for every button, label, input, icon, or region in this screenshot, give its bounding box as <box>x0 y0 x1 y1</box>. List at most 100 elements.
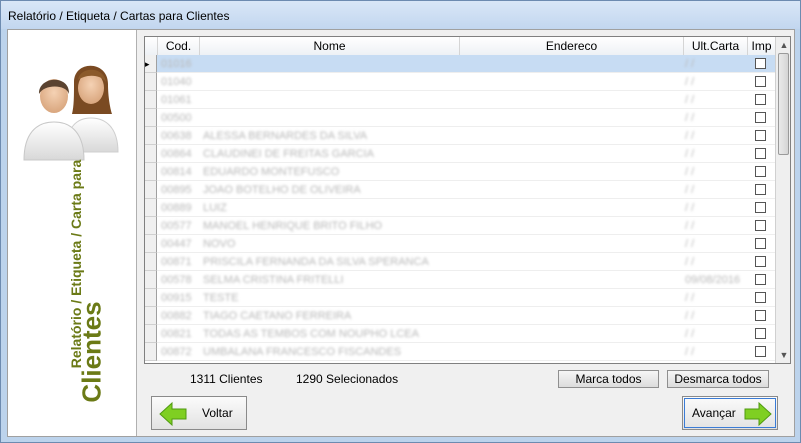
cell-nome: CLAUDINEI DE FREITAS GARCIA <box>203 148 374 160</box>
imp-checkbox[interactable] <box>755 58 766 69</box>
cell-ult-carta: 09/08/2016 <box>685 274 741 286</box>
table-row[interactable]: 00500 / / <box>157 109 775 127</box>
next-button-label: Avançar <box>692 406 736 420</box>
title-bar: Relatório / Etiqueta / Cartas para Clien… <box>1 1 800 29</box>
grid-vertical-scrollbar[interactable]: ▲ ▼ <box>775 37 790 363</box>
row-indicator[interactable]: ▸ <box>145 55 157 73</box>
table-row[interactable]: 00577 MANOEL HENRIQUE BRITO FILHO / / <box>157 217 775 235</box>
cell-ult-carta: / / <box>685 292 695 304</box>
row-indicator[interactable] <box>145 145 157 163</box>
cell-ult-carta: / / <box>685 328 695 340</box>
imp-checkbox[interactable] <box>755 346 766 357</box>
row-indicator[interactable] <box>145 289 157 307</box>
imp-checkbox[interactable] <box>755 256 766 267</box>
scroll-up-arrow-icon[interactable]: ▲ <box>776 37 790 53</box>
scroll-down-arrow-icon[interactable]: ▼ <box>776 347 790 363</box>
table-row[interactable]: 00872 UMBALANA FRANCESCO FISCANDES / / <box>157 343 775 361</box>
cell-ult-carta: / / <box>685 166 695 178</box>
table-row[interactable]: 00889 LUIZ / / <box>157 199 775 217</box>
table-row[interactable]: 00638 ALESSA BERNARDES DA SILVA / / <box>157 127 775 145</box>
row-indicator[interactable] <box>145 271 157 289</box>
cell-endereco <box>463 253 683 271</box>
imp-checkbox[interactable] <box>755 184 766 195</box>
table-row[interactable]: 01040 / / <box>157 73 775 91</box>
imp-checkbox[interactable] <box>755 274 766 285</box>
cell-ult-carta: / / <box>685 256 695 268</box>
back-button-label: Voltar <box>202 406 233 420</box>
row-indicator[interactable] <box>145 91 157 109</box>
row-indicator[interactable] <box>145 109 157 127</box>
cell-endereco <box>463 217 683 235</box>
imp-checkbox[interactable] <box>755 94 766 105</box>
row-indicator[interactable] <box>145 127 157 145</box>
cell-nome: TIAGO CAETANO FERREIRA <box>203 310 352 322</box>
row-indicator[interactable] <box>145 181 157 199</box>
cell-endereco <box>463 235 683 253</box>
imp-checkbox[interactable] <box>755 76 766 87</box>
imp-checkbox[interactable] <box>755 166 766 177</box>
table-row[interactable]: 00814 EDUARDO MONTEFUSCO / / <box>157 163 775 181</box>
column-header-nome[interactable]: Nome <box>199 37 459 55</box>
cell-nome: TESTE <box>203 292 239 304</box>
cell-nome: EDUARDO MONTEFUSCO <box>203 166 340 178</box>
clients-count: 1311 Clientes <box>190 372 263 386</box>
imp-checkbox[interactable] <box>755 112 766 123</box>
cell-cod: 01040 <box>161 76 192 88</box>
table-row[interactable]: 00864 CLAUDINEI DE FREITAS GARCIA / / <box>157 145 775 163</box>
row-indicator[interactable] <box>145 235 157 253</box>
scroll-thumb[interactable] <box>778 53 789 155</box>
cell-endereco <box>463 163 683 181</box>
row-indicator[interactable] <box>145 343 157 361</box>
cell-ult-carta: / / <box>685 76 695 88</box>
column-header-imp[interactable]: Imp <box>747 37 775 55</box>
selected-count: 1290 Selecionados <box>296 372 399 386</box>
cell-cod: 00915 <box>161 292 192 304</box>
table-row[interactable]: 00821 TODAS AS TEMBOS COM NOUPHO LCEA / / <box>157 325 775 343</box>
cell-endereco <box>463 307 683 325</box>
dialog-window: Relatório / Etiqueta / Cartas para Clien… <box>0 0 801 443</box>
imp-checkbox[interactable] <box>755 328 766 339</box>
table-row[interactable]: 00882 TIAGO CAETANO FERREIRA / / <box>157 307 775 325</box>
back-button[interactable]: Voltar <box>151 396 247 430</box>
table-row[interactable]: 00895 JOAO BOTELHO DE OLIVEIRA / / <box>157 181 775 199</box>
row-indicator[interactable] <box>145 73 157 91</box>
column-header-cod[interactable]: Cod. <box>157 37 199 55</box>
cell-endereco <box>463 109 683 127</box>
row-indicator[interactable] <box>145 325 157 343</box>
cell-endereco <box>463 145 683 163</box>
table-row[interactable]: 00871 PRISCILA FERNANDA DA SILVA SPERANCA… <box>157 253 775 271</box>
cell-nome: PRISCILA FERNANDA DA SILVA SPERANCA <box>203 256 429 268</box>
row-indicator[interactable] <box>145 307 157 325</box>
imp-checkbox[interactable] <box>755 292 766 303</box>
imp-checkbox[interactable] <box>755 130 766 141</box>
cell-nome: SELMA CRISTINA FRITELLI <box>203 274 344 286</box>
imp-checkbox[interactable] <box>755 202 766 213</box>
unmark-all-button[interactable]: Desmarca todos <box>667 370 769 388</box>
arrow-right-icon <box>744 401 772 427</box>
column-header-endereco[interactable]: Endereco <box>459 37 683 55</box>
imp-checkbox[interactable] <box>755 148 766 159</box>
row-indicator[interactable] <box>145 199 157 217</box>
clients-grid[interactable]: Cod. Nome Endereco Ult.Carta Imp ▸ 01016 /… <box>144 36 791 364</box>
row-indicator[interactable] <box>145 217 157 235</box>
mark-all-button[interactable]: Marca todos <box>558 370 659 388</box>
table-row[interactable]: 01061 / / <box>157 91 775 109</box>
imp-checkbox[interactable] <box>755 310 766 321</box>
row-indicator[interactable] <box>145 253 157 271</box>
next-button[interactable]: Avançar <box>682 396 778 430</box>
cell-nome <box>203 109 461 127</box>
cell-nome: LUIZ <box>203 202 227 214</box>
cell-ult-carta: / / <box>685 112 695 124</box>
imp-checkbox[interactable] <box>755 220 766 231</box>
table-row[interactable]: 01016 / / <box>157 55 775 73</box>
cell-ult-carta: / / <box>685 238 695 250</box>
cell-ult-carta: / / <box>685 310 695 322</box>
row-indicator[interactable] <box>145 163 157 181</box>
cell-nome: ALESSA BERNARDES DA SILVA <box>203 130 368 142</box>
column-header-ult-carta[interactable]: Ult.Carta <box>683 37 747 55</box>
imp-checkbox[interactable] <box>755 238 766 249</box>
cell-endereco <box>463 199 683 217</box>
table-row[interactable]: 00578 SELMA CRISTINA FRITELLI 09/08/2016 <box>157 271 775 289</box>
table-row[interactable]: 00915 TESTE / / <box>157 289 775 307</box>
table-row[interactable]: 00447 NOVO / / <box>157 235 775 253</box>
